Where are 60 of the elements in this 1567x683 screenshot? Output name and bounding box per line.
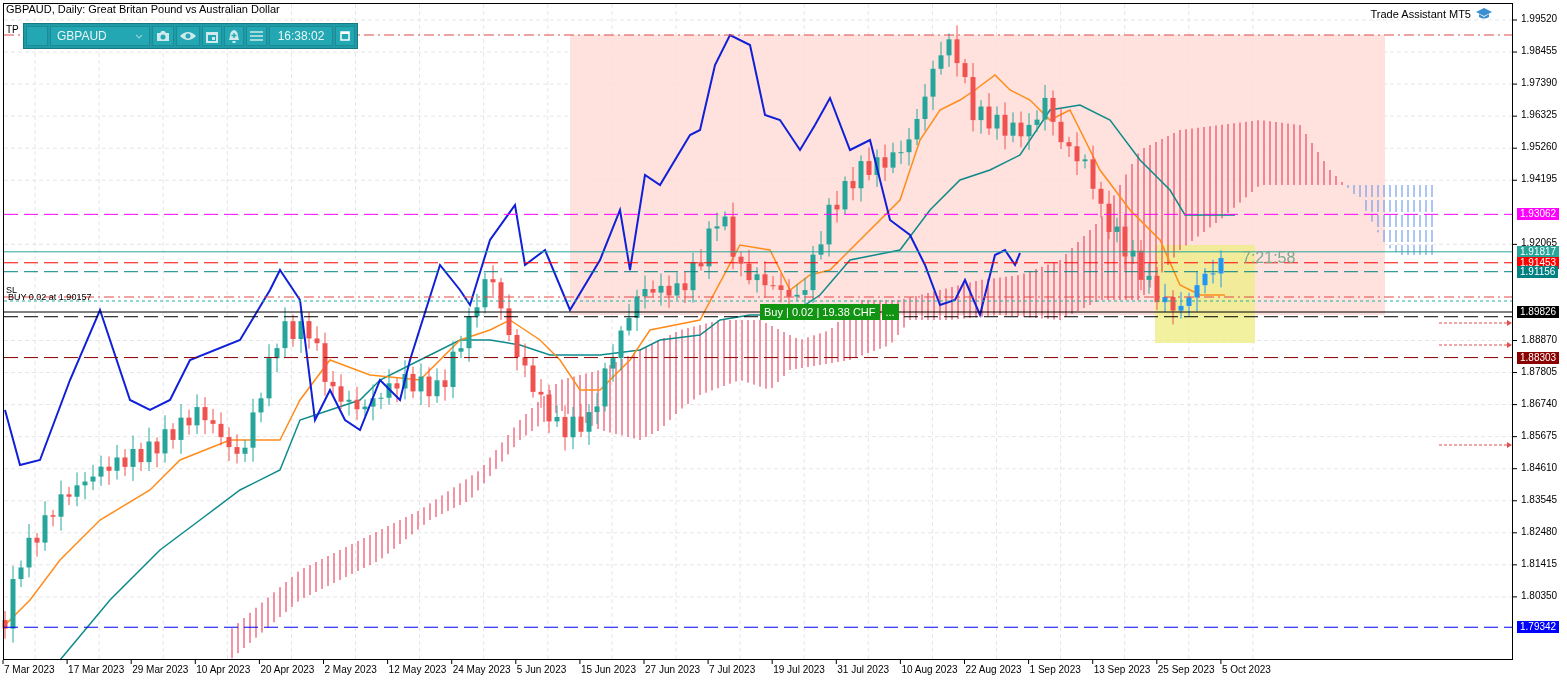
price-tick: 1.85675 xyxy=(1521,429,1558,441)
arrow-icon xyxy=(1438,320,1512,326)
date-tick: 5 Oct 2023 xyxy=(1221,664,1271,675)
date-tick: 7 Jul 2023 xyxy=(709,664,756,675)
price-tick: 1.87805 xyxy=(1521,365,1558,377)
date-tick: 20 Apr 2023 xyxy=(260,664,315,675)
date-tick: 1 Sep 2023 xyxy=(1029,664,1081,675)
price-tag: 1.93062 xyxy=(1517,208,1560,221)
chart-title: GBPAUD, Daily: Great Britan Pound vs Australian Dollar xyxy=(6,3,280,15)
date-tick: 2 May 2023 xyxy=(324,664,377,675)
price-tick: 1.86740 xyxy=(1521,397,1558,409)
price-tag: 1.91817 xyxy=(1517,245,1560,258)
time-button[interactable]: 16:38:02 xyxy=(269,26,333,46)
date-tick: 24 May 2023 xyxy=(452,664,511,675)
graduation-cap-icon xyxy=(1476,8,1492,20)
bell-icon[interactable] xyxy=(224,26,244,46)
restore-icon[interactable] xyxy=(335,26,355,46)
more-button[interactable]: ... xyxy=(881,304,899,320)
price-tick: 1.95260 xyxy=(1521,141,1558,153)
tp-label: TP xyxy=(6,24,19,35)
date-tick: 25 Sep 2023 xyxy=(1157,664,1215,675)
price-tick: 1.94195 xyxy=(1521,173,1558,185)
date-tick: 19 Jul 2023 xyxy=(773,664,825,675)
price-tick: 1.97390 xyxy=(1521,77,1558,89)
price-tick: 1.81415 xyxy=(1521,557,1558,569)
price-tick: 1.80350 xyxy=(1521,589,1558,601)
date-tick: 17 Mar 2023 xyxy=(68,664,125,675)
price-tick: 1.82480 xyxy=(1521,525,1558,537)
date-tick: 10 Apr 2023 xyxy=(196,664,251,675)
assistant-label: Trade Assistant MT5 xyxy=(1370,8,1471,20)
eye-icon[interactable] xyxy=(176,26,200,46)
date-tick: 31 Jul 2023 xyxy=(837,664,889,675)
date-tick: 13 Sep 2023 xyxy=(1093,664,1151,675)
date-tick: 27 Jun 2023 xyxy=(645,664,701,675)
price-tick: 1.99520 xyxy=(1521,13,1558,24)
price-tick: 1.84610 xyxy=(1521,461,1558,473)
date-tick: 5 Jun 2023 xyxy=(516,664,567,675)
date-tick: 12 May 2023 xyxy=(388,664,447,675)
price-tick: 1.96325 xyxy=(1521,109,1558,121)
arrow-icon xyxy=(1438,342,1512,348)
date-tick: 29 Mar 2023 xyxy=(132,664,189,675)
price-tag: 1.88303 xyxy=(1517,351,1560,364)
countdown-label: 7:21:58 xyxy=(1242,249,1296,267)
date-tick: 15 Jun 2023 xyxy=(580,664,636,675)
menu-icon[interactable] xyxy=(246,26,267,46)
symbol-dropdown[interactable]: GBPAUD xyxy=(50,26,150,46)
date-tick: 7 Mar 2023 xyxy=(4,664,55,675)
date-tick: 22 Aug 2023 xyxy=(965,664,1022,675)
price-tick: 1.98455 xyxy=(1521,45,1558,57)
caret-icon xyxy=(135,33,143,39)
price-tick: 1.83545 xyxy=(1521,493,1558,505)
price-tick: 1.88870 xyxy=(1521,333,1558,345)
position-button[interactable]: Buy | 0.02 | 19.38 CHF xyxy=(760,304,880,320)
date-tick: 10 Aug 2023 xyxy=(901,664,958,675)
camera-icon[interactable] xyxy=(152,26,174,46)
price-tag: 1.89826 xyxy=(1517,305,1560,318)
calendar-icon[interactable] xyxy=(202,26,222,46)
arrow-icon xyxy=(1438,442,1512,448)
price-tag: 1.91156 xyxy=(1517,265,1559,278)
price-tag: 1.79342 xyxy=(1517,621,1560,634)
